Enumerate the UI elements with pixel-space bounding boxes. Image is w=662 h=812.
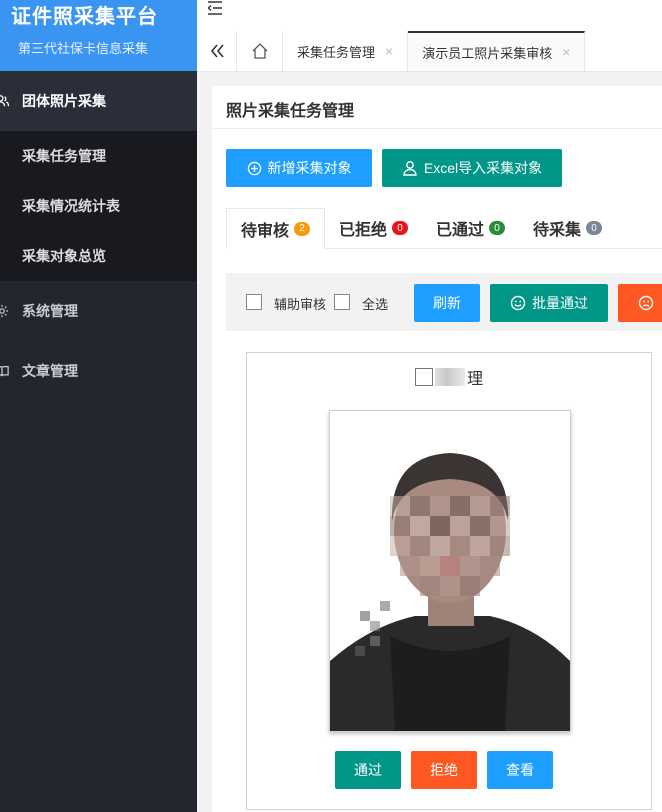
select-all-checkbox[interactable] xyxy=(334,294,350,310)
assist-review-label: 辅助审核 xyxy=(274,297,327,312)
status-tab-label: 已拒绝 xyxy=(339,222,388,239)
status-tab-label: 待采集 xyxy=(533,222,582,239)
filter-bar: 辅助审核 全选 刷新 批量通过 xyxy=(226,273,662,331)
sidebar-item-label: 采集任务管理 xyxy=(22,148,106,164)
sidebar: 证件照采集平台 第三代社保卡信息采集 团体照片采集 采集任务管理 采集情况统计表… xyxy=(0,0,197,812)
brand: 证件照采集平台 第三代社保卡信息采集 xyxy=(0,0,197,71)
tab-approved[interactable]: 已通过 0 xyxy=(422,208,519,248)
main-content: 照片采集任务管理 新增采集对象 Excel导入采集对象 待审核 2 已拒绝 0 xyxy=(197,72,662,812)
excel-import-label: Excel导入采集对象 xyxy=(423,160,543,176)
next-photo-card-edge xyxy=(651,352,662,810)
topbar xyxy=(197,0,662,31)
count-badge: 2 xyxy=(294,221,311,236)
refresh-label: 刷新 xyxy=(433,295,461,311)
batch-reject-button[interactable] xyxy=(618,284,662,322)
add-target-label: 新增采集对象 xyxy=(267,160,352,176)
view-label: 查看 xyxy=(506,762,534,778)
batch-approve-button[interactable]: 批量通过 xyxy=(490,284,608,322)
status-tab-label: 待审核 xyxy=(241,222,290,240)
reject-label: 拒绝 xyxy=(430,762,458,778)
home-icon xyxy=(252,43,267,59)
approve-button[interactable]: 通过 xyxy=(335,751,401,789)
excel-import-button[interactable]: Excel导入采集对象 xyxy=(382,149,562,187)
tab-label: 采集任务管理 xyxy=(297,44,376,60)
close-icon[interactable]: × xyxy=(385,43,393,59)
user-icon xyxy=(403,161,417,176)
add-circle-icon xyxy=(247,161,261,175)
view-button[interactable]: 查看 xyxy=(487,751,553,789)
approve-label: 通过 xyxy=(354,762,382,778)
smile-icon xyxy=(510,295,526,311)
card-header: 照片采集任务管理 xyxy=(212,86,662,129)
status-tabs: 待审核 2 已拒绝 0 已通过 0 待采集 0 xyxy=(226,208,662,249)
assist-review-checkbox[interactable] xyxy=(246,294,262,310)
photo-card-header: 理 xyxy=(247,365,651,389)
menu-group-system[interactable]: 系统管理 xyxy=(0,281,197,341)
submenu: 采集任务管理 采集情况统计表 采集对象总览 xyxy=(0,131,197,281)
photo-card-actions: 通过 拒绝 查看 xyxy=(247,751,651,789)
page-title: 照片采集任务管理 xyxy=(226,103,355,120)
refresh-button[interactable]: 刷新 xyxy=(414,284,480,322)
tab-task-management[interactable]: 采集任务管理 × xyxy=(283,31,409,71)
users-icon xyxy=(0,95,9,107)
count-badge: 0 xyxy=(489,221,506,235)
photo-card-name: 理 xyxy=(466,371,483,388)
tab-label: 演示员工照片采集审核 xyxy=(422,45,553,61)
count-badge: 0 xyxy=(392,221,409,235)
tab-photo-review[interactable]: 演示员工照片采集审核 × xyxy=(408,31,586,71)
gear-icon xyxy=(0,304,9,318)
tab-bar: 采集任务管理 × 演示员工照片采集审核 × xyxy=(197,31,662,72)
add-target-button[interactable]: 新增采集对象 xyxy=(226,149,372,187)
book-icon xyxy=(0,366,9,377)
menu-group-photo-collection[interactable]: 团体照片采集 xyxy=(0,71,197,131)
id-photo[interactable] xyxy=(329,410,571,732)
status-tab-label: 已通过 xyxy=(436,222,485,239)
tab-to-collect[interactable]: 待采集 0 xyxy=(519,208,616,248)
sidebar-item-task-management[interactable]: 采集任务管理 xyxy=(0,131,197,181)
home-tab[interactable] xyxy=(237,31,283,71)
sidebar-item-label: 采集对象总览 xyxy=(22,248,106,264)
blurred-name xyxy=(434,368,465,386)
photo-select-checkbox[interactable] xyxy=(414,368,433,386)
menu-group-articles[interactable]: 文章管理 xyxy=(0,341,197,401)
menu-group-label: 系统管理 xyxy=(22,303,78,319)
photo-card: 理 通过 拒绝 查看 xyxy=(246,352,652,810)
sidebar-item-label: 采集情况统计表 xyxy=(22,198,120,214)
double-chevron-left-icon xyxy=(210,44,224,58)
menu-group-label: 文章管理 xyxy=(22,363,78,379)
frown-icon xyxy=(638,295,654,311)
sidebar-item-overview[interactable]: 采集对象总览 xyxy=(0,231,197,281)
content-card: 照片采集任务管理 新增采集对象 Excel导入采集对象 待审核 2 已拒绝 0 xyxy=(212,86,662,812)
menu-group-label: 团体照片采集 xyxy=(22,93,106,109)
tab-pending-review[interactable]: 待审核 2 xyxy=(226,208,326,249)
brand-title: 证件照采集平台 xyxy=(11,6,158,28)
count-badge: 0 xyxy=(586,221,603,235)
tab-scroll-left-button[interactable] xyxy=(197,31,237,71)
select-all-label: 全选 xyxy=(362,297,389,312)
menu-toggle-icon[interactable] xyxy=(207,0,223,16)
tab-rejected[interactable]: 已拒绝 0 xyxy=(325,208,422,248)
brand-subtitle: 第三代社保卡信息采集 xyxy=(18,41,149,56)
person-photo-image xyxy=(330,411,570,731)
close-icon[interactable]: × xyxy=(562,44,570,60)
sidebar-item-statistics[interactable]: 采集情况统计表 xyxy=(0,181,197,231)
reject-button[interactable]: 拒绝 xyxy=(411,751,477,789)
batch-approve-label: 批量通过 xyxy=(532,295,588,311)
